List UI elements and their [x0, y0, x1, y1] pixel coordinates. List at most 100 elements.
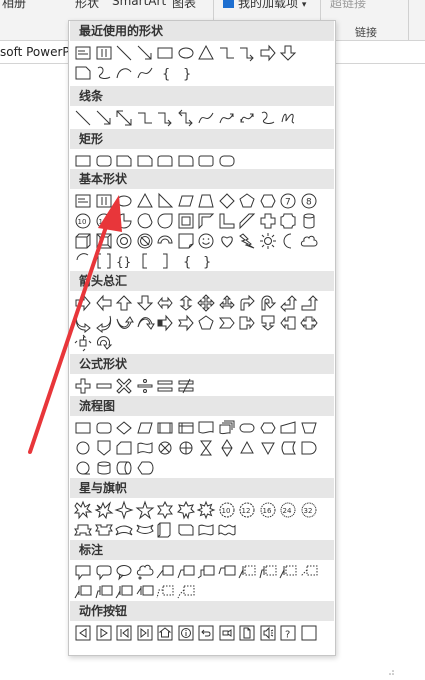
shape-equal-icon[interactable]	[155, 376, 175, 396]
shape-line-callout4-icon[interactable]	[217, 562, 237, 582]
shape-teardrop-icon[interactable]	[155, 211, 175, 231]
shape-oval-icon[interactable]	[176, 43, 196, 63]
shape-can-icon[interactable]	[299, 211, 319, 231]
shape-no-symbol-icon[interactable]	[135, 231, 155, 251]
shape-bracket-pair-icon[interactable]	[94, 251, 114, 271]
shape-beginning-icon[interactable]	[114, 623, 134, 643]
shape-star7-icon[interactable]	[176, 500, 196, 520]
shape-brace-pair-icon[interactable]: {}	[114, 251, 134, 271]
shape-curve-icon[interactable]	[135, 63, 155, 83]
shape-round-callout-icon[interactable]	[94, 562, 114, 582]
shape-delay-icon[interactable]	[299, 438, 319, 458]
shape-magnetic-disk-icon[interactable]	[94, 458, 114, 478]
shape-elbow-icon[interactable]	[217, 43, 237, 63]
shape-ribbon-down-icon[interactable]	[94, 520, 114, 540]
shape-card-icon[interactable]	[114, 438, 134, 458]
shape-line-double-icon[interactable]	[114, 108, 134, 128]
shape-quad-arrow-icon[interactable]	[196, 293, 216, 313]
shape-triangle-icon[interactable]	[196, 43, 216, 63]
shape-lr-callout-icon[interactable]	[299, 313, 319, 333]
shape-bent-up-icon[interactable]	[299, 293, 319, 313]
shape-accent-callout2-icon[interactable]	[258, 562, 278, 582]
shape-divide-icon[interactable]	[135, 376, 155, 396]
shape-blank-icon[interactable]	[299, 623, 319, 643]
shape-l-shape-icon[interactable]	[217, 211, 237, 231]
shape-lru-arrow-icon[interactable]	[217, 293, 237, 313]
shape-round-corner-icon[interactable]	[176, 151, 196, 171]
shape-half-frame-icon[interactable]	[196, 211, 216, 231]
shape-up-arrow-icon[interactable]	[114, 293, 134, 313]
shape-circular-icon[interactable]	[94, 333, 114, 353]
shape-dodecagon-icon[interactable]: 12	[94, 211, 114, 231]
shape-line-callout2-icon[interactable]	[176, 562, 196, 582]
shape-display-icon[interactable]	[135, 458, 155, 478]
shape-border-callout4-icon[interactable]	[135, 582, 155, 602]
shape-parallelogram-icon[interactable]	[176, 191, 196, 211]
shape-textbox-icon[interactable]	[73, 191, 93, 211]
shape-down-arrow-icon[interactable]	[278, 43, 298, 63]
ribbon-album-button[interactable]: 相册	[2, 0, 26, 11]
shape-data-icon[interactable]	[135, 418, 155, 438]
shape-callout-combo1-icon[interactable]	[155, 582, 175, 602]
shape-decision-icon[interactable]	[114, 418, 134, 438]
shape-preparation-icon[interactable]	[258, 418, 278, 438]
shape-process-icon[interactable]	[73, 418, 93, 438]
shape-donut-icon[interactable]	[114, 231, 134, 251]
shape-star6-icon[interactable]	[155, 500, 175, 520]
shape-pentagon-icon[interactable]	[237, 191, 257, 211]
ribbon-myaddins-button[interactable]: 我的加载项 ▾	[223, 0, 306, 11]
shape-rectangle-icon[interactable]	[155, 43, 175, 63]
shape-double-wave-icon[interactable]	[217, 520, 237, 540]
ribbon-hyperlink-button[interactable]: 超链接	[330, 0, 366, 11]
shape-triangle-icon[interactable]	[135, 191, 155, 211]
shape-sort-icon[interactable]	[217, 438, 237, 458]
shape-direct-access-icon[interactable]	[114, 458, 134, 478]
shape-explosion2-icon[interactable]	[94, 500, 114, 520]
shape-round-rect3-icon[interactable]	[217, 151, 237, 171]
shape-scroll-v-icon[interactable]	[155, 520, 175, 540]
shape-stored-data-icon[interactable]	[278, 438, 298, 458]
shape-block-arc-icon[interactable]	[155, 231, 175, 251]
shape-star16-icon[interactable]: 16	[258, 500, 278, 520]
shape-snip-rect-icon[interactable]	[114, 151, 134, 171]
shape-border-callout3-icon[interactable]	[114, 582, 134, 602]
ribbon-chart-button[interactable]: 图表	[172, 0, 196, 11]
shape-multidoc-icon[interactable]	[217, 418, 237, 438]
shape-sun-icon[interactable]	[258, 231, 278, 251]
shape-curve-double-icon[interactable]	[237, 108, 257, 128]
shape-star8-icon[interactable]	[196, 500, 216, 520]
shape-right-brace-icon[interactable]: }	[176, 63, 196, 83]
shape-line-callout3-icon[interactable]	[196, 562, 216, 582]
shape-wave-icon[interactable]	[196, 520, 216, 540]
shape-moon-icon[interactable]	[278, 231, 298, 251]
shape-cross-icon[interactable]	[258, 211, 278, 231]
shape-punched-tape-icon[interactable]	[135, 438, 155, 458]
shape-merge-icon[interactable]	[258, 438, 278, 458]
shape-information-icon[interactable]	[176, 623, 196, 643]
shape-curved-down-icon[interactable]	[135, 313, 155, 333]
shape-line-icon[interactable]	[114, 43, 134, 63]
shape-left-brace-icon[interactable]: {	[155, 63, 175, 83]
shape-hexagon-icon[interactable]	[258, 191, 278, 211]
shape-left-bracket-icon[interactable]	[135, 251, 155, 271]
shape-elbow-arrow-icon[interactable]	[237, 43, 257, 63]
shape-down-callout-icon[interactable]	[258, 313, 278, 333]
shape-right-triangle-icon[interactable]	[155, 191, 175, 211]
shape-home-icon[interactable]	[155, 623, 175, 643]
shape-star32-icon[interactable]: 32	[299, 500, 319, 520]
shape-curve-icon[interactable]	[196, 108, 216, 128]
shape-snip-rect-icon[interactable]	[135, 151, 155, 171]
shape-border-callout2-icon[interactable]	[94, 582, 114, 602]
shape-heart-icon[interactable]	[217, 231, 237, 251]
shape-line-callout1-icon[interactable]	[155, 562, 175, 582]
shape-snip-icon[interactable]	[73, 63, 93, 83]
shape-left-arrow-icon[interactable]	[94, 293, 114, 313]
shape-smiley-icon[interactable]	[196, 231, 216, 251]
shape-return-icon[interactable]	[196, 623, 216, 643]
shape-textbox-icon[interactable]	[73, 43, 93, 63]
shape-or-icon[interactable]	[176, 438, 196, 458]
shape-star4-icon[interactable]	[114, 500, 134, 520]
shape-terminator-icon[interactable]	[237, 418, 257, 438]
shape-curved-ribbon-up-icon[interactable]	[114, 520, 134, 540]
shape-octagon-icon[interactable]: 8	[299, 191, 319, 211]
